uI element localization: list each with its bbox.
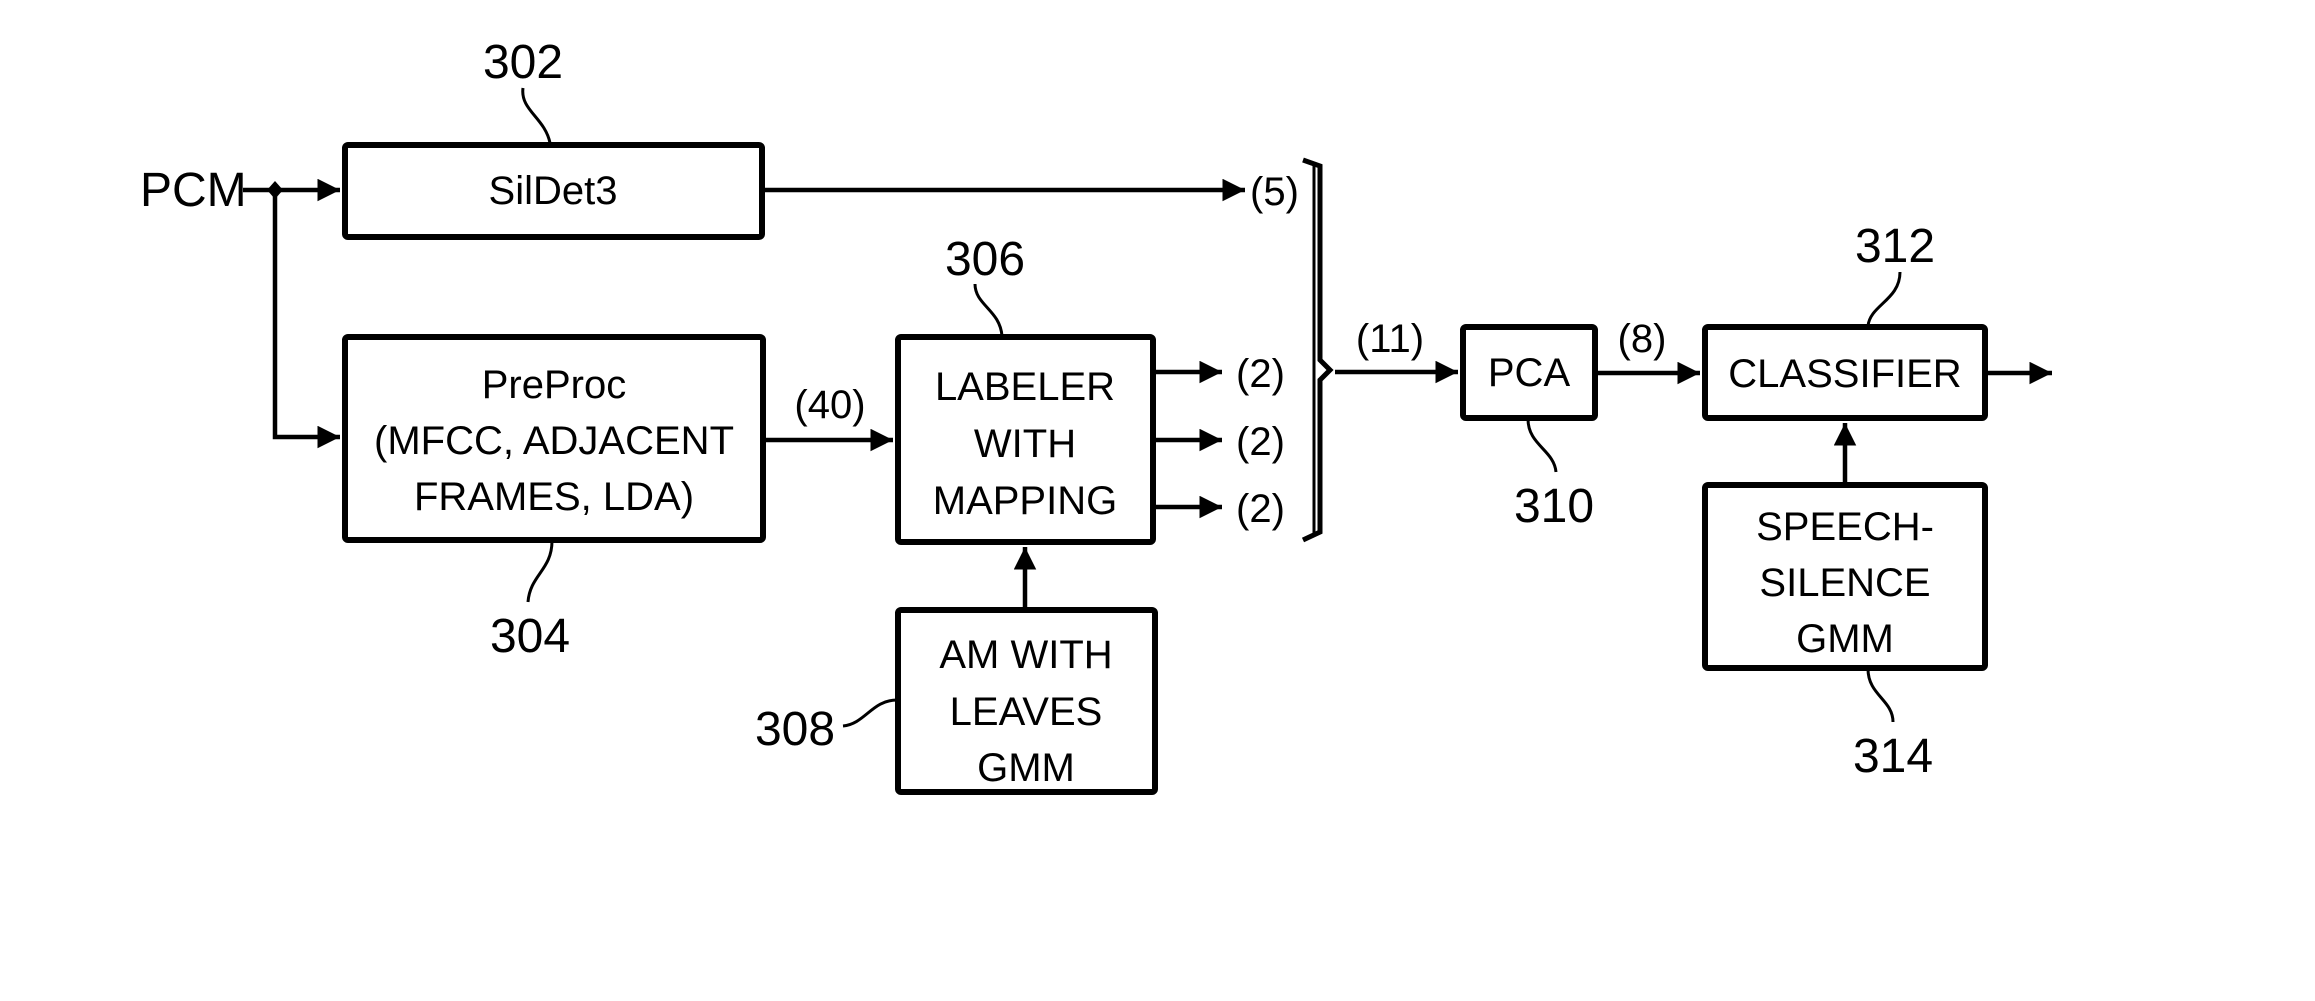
labeler-output-dim-2: (2) — [1236, 420, 1285, 464]
gmm-label-line-2: SILENCE — [1759, 561, 1930, 605]
block-diagram: PCM SilDet3 302 (5) PreProc (MFCC, ADJAC… — [140, 36, 2052, 795]
pcm-input-lines — [243, 178, 340, 449]
gmm-leader-line — [1866, 668, 1895, 723]
am-leader-line — [842, 698, 898, 728]
gmm-label-line-1: SPEECH- — [1756, 505, 1934, 549]
am-label-line-1: AM WITH — [939, 633, 1112, 677]
labeler-output-dim-1: (2) — [1236, 352, 1285, 396]
sildet-leader-line — [521, 87, 552, 144]
labeler-leader-line — [973, 283, 1004, 337]
pca-output-dim: (8) — [1618, 317, 1667, 361]
classifier-block: CLASSIFIER — [1702, 324, 1988, 421]
preproc-label-line-2: (MFCC, ADJACENT — [374, 419, 734, 463]
preproc-ref-number: 304 — [490, 610, 570, 663]
preproc-block: PreProc (MFCC, ADJACENT FRAMES, LDA) — [342, 334, 766, 543]
gmm-ref-number: 314 — [1853, 730, 1933, 783]
sildet-ref-number: 302 — [483, 36, 563, 89]
am-label-line-2: LEAVES — [950, 690, 1103, 734]
labeler-ref-number: 306 — [945, 233, 1025, 286]
preproc-label-line-3: FRAMES, LDA) — [414, 475, 694, 519]
classifier-label: CLASSIFIER — [1728, 352, 1961, 396]
pca-label: PCA — [1488, 351, 1571, 395]
pca-ref-number: 310 — [1514, 480, 1594, 533]
am-gmm-block: AM WITH LEAVES GMM — [895, 607, 1158, 795]
merge-brace — [1301, 157, 1334, 543]
preproc-leader-line — [526, 540, 554, 603]
pcm-input-label: PCM — [140, 164, 247, 217]
preproc-output-dim: (40) — [794, 383, 865, 427]
am-label-line-3: GMM — [977, 746, 1075, 790]
sildet-label: SilDet3 — [489, 169, 618, 213]
preproc-label-line-1: PreProc — [482, 363, 627, 407]
sildet-output-dim: (5) — [1250, 170, 1299, 214]
pca-block: PCA — [1460, 324, 1598, 421]
labeler-label-line-1: LABELER — [935, 365, 1115, 409]
labeler-label-line-3: MAPPING — [933, 479, 1117, 523]
labeler-output-arrows — [1153, 360, 1222, 519]
speech-silence-gmm-block: SPEECH- SILENCE GMM — [1702, 482, 1988, 671]
labeler-block: LABELER WITH MAPPING — [895, 334, 1156, 545]
am-ref-number: 308 — [755, 703, 835, 756]
classifier-ref-number: 312 — [1855, 220, 1935, 273]
labeler-output-dim-3: (2) — [1236, 487, 1285, 531]
labeler-label-line-2: WITH — [974, 422, 1076, 466]
gmm-label-line-3: GMM — [1796, 617, 1894, 661]
pca-leader-line — [1526, 418, 1558, 473]
combined-dim: (11) — [1356, 317, 1424, 361]
classifier-leader-line — [1866, 271, 1902, 327]
sildet-block: SilDet3 — [342, 142, 765, 240]
